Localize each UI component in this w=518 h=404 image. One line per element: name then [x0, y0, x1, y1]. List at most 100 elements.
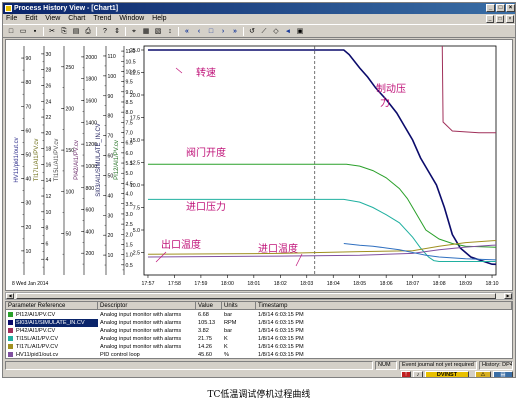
- status-num: NUM: [375, 361, 397, 370]
- status-main-pane: [5, 361, 373, 370]
- x-axis-tick-label: 17:59: [194, 281, 207, 287]
- descriptor-cell: Analog input monitor with alarms: [100, 312, 182, 318]
- scroll-right-arrow-icon[interactable]: ▶: [504, 293, 512, 299]
- axis-tick-label: 8.5: [126, 100, 133, 106]
- table-row[interactable]: PI12/AI1/PV.CV Analog input monitor with …: [6, 311, 512, 319]
- main-axis-tick-label: 25.0: [130, 48, 140, 54]
- header-value[interactable]: Value: [196, 302, 222, 310]
- series-color-swatch: [8, 352, 13, 357]
- header-parameter-reference[interactable]: Parameter Reference: [6, 302, 98, 310]
- cut-icon[interactable]: ✂: [47, 27, 57, 36]
- axis-tick-label: 6.0: [126, 151, 133, 157]
- figure-caption: TC低温调试停机过程曲线: [207, 390, 311, 400]
- table-row[interactable]: HV11/pid1/out.cv PID control loop 45.60% 1/…: [6, 351, 512, 359]
- main-axis-tick-label: 17.5: [130, 116, 140, 122]
- table-icon[interactable]: ▧: [153, 27, 163, 36]
- new-icon[interactable]: □: [6, 27, 16, 36]
- axis-tick-label: 10: [108, 253, 114, 259]
- scroll-forward-icon[interactable]: ›: [218, 27, 228, 36]
- parameter-reference-cell: PI12/AI1/PV.CV: [16, 312, 56, 318]
- header-descriptor[interactable]: Descriptor: [98, 302, 196, 310]
- main-axis-tick-label: 5.0: [133, 228, 140, 234]
- zoom-out-icon[interactable]: ◂: [283, 27, 293, 36]
- timestamp-cell: 1/8/14 6:03:15 PM: [258, 344, 304, 350]
- marker-icon[interactable]: ◇: [271, 27, 281, 36]
- table-row[interactable]: PI42/AI1/PV.CV Analog input monitor with …: [6, 327, 512, 335]
- paste-icon[interactable]: ▤: [71, 27, 81, 36]
- menu-file[interactable]: File: [3, 14, 20, 24]
- value-cell: 6.68: [198, 312, 209, 318]
- table-row[interactable]: TI17L/AI1/PV.CV Analog input monitor with…: [6, 343, 512, 351]
- open-icon[interactable]: ▭: [18, 27, 28, 36]
- axis-tick-label: 4: [46, 257, 49, 263]
- maximize-button[interactable]: □: [496, 4, 505, 12]
- network-icon[interactable]: ▤: [493, 371, 513, 377]
- menu-chart[interactable]: Chart: [65, 14, 88, 24]
- page-forward-icon[interactable]: »: [230, 27, 240, 36]
- scroll-thumb[interactable]: [16, 293, 496, 299]
- grid-icon[interactable]: ▦: [141, 27, 151, 36]
- horizontal-scrollbar[interactable]: ◀ ▶: [5, 292, 513, 300]
- menu-window[interactable]: Window: [116, 14, 147, 24]
- x-axis-tick-label: 18:09: [459, 281, 472, 287]
- horn-icon[interactable]: ♪: [413, 371, 423, 377]
- units-cell: %: [224, 352, 229, 358]
- trend-chart[interactable]: 10 20 30 40 50 60 70 80 90 HV11/pid1/out.cv 4 6 8 10 1…: [5, 39, 513, 291]
- timestamp-cell: 1/8/14 6:03:15 PM: [258, 320, 304, 326]
- refresh-icon[interactable]: ↺: [247, 27, 257, 36]
- menu-trend[interactable]: Trend: [90, 14, 114, 24]
- axis-tick-label: 10: [26, 249, 32, 255]
- x-axis-tick-label: 18:06: [380, 281, 393, 287]
- scale-icon[interactable]: ↕: [165, 27, 175, 36]
- chart-annotation: 进口压力: [186, 200, 226, 213]
- menu-help[interactable]: Help: [149, 14, 169, 24]
- cursor-icon[interactable]: ⌖: [129, 27, 139, 36]
- header-timestamp[interactable]: Timestamp: [256, 302, 512, 310]
- menu-edit[interactable]: Edit: [22, 14, 40, 24]
- child-restore-button[interactable]: □: [496, 15, 504, 23]
- axis-tick-label: 10: [46, 210, 52, 216]
- trend-icon[interactable]: ⟋: [259, 27, 269, 36]
- scroll-left-arrow-icon[interactable]: ◀: [6, 293, 14, 299]
- menu-view[interactable]: View: [42, 14, 63, 24]
- axis-tick-label: 10.5: [126, 59, 136, 65]
- toolbar-separator: [96, 27, 97, 36]
- minimize-button[interactable]: _: [486, 4, 495, 12]
- main-axis-tick-label: 12.5: [130, 161, 140, 167]
- parameter-reference-cell: TI17L/AI1/PV.CV: [16, 344, 59, 350]
- chart-annotation: 进口温度: [258, 242, 298, 255]
- series-color-swatch: [8, 312, 13, 317]
- axis-tick-label: 70: [108, 134, 114, 140]
- header-units[interactable]: Units: [222, 302, 256, 310]
- user-button[interactable]: DVINST: [425, 371, 469, 377]
- table-row[interactable]: TI15L/AI1/PV.CV Analog input monitor with…: [6, 335, 512, 343]
- zoom-box-icon[interactable]: ▣: [295, 27, 305, 36]
- scroll-back-icon[interactable]: ‹: [194, 27, 204, 36]
- x-axis-tick-label: 18:01: [247, 281, 260, 287]
- window-title: Process History View - [Chart1]: [14, 5, 119, 12]
- child-minimize-button[interactable]: _: [486, 15, 494, 23]
- copy-icon[interactable]: ⎘: [59, 27, 69, 36]
- close-button[interactable]: ×: [506, 4, 515, 12]
- help-icon[interactable]: ?: [100, 27, 110, 36]
- table-row[interactable]: SI03/AI1/SIMULATE_IN.CV Analog input moni…: [6, 319, 512, 327]
- page-back-icon[interactable]: «: [182, 27, 192, 36]
- axis-tick-label: 150: [66, 148, 75, 154]
- stop-icon[interactable]: □: [206, 27, 216, 36]
- descriptor-cell: Analog input monitor with alarms: [100, 320, 182, 326]
- print-icon[interactable]: ⎙: [83, 27, 93, 36]
- timestamp-cell: 1/8/14 6:03:15 PM: [258, 352, 304, 358]
- red-alarm-icon[interactable]: !: [401, 371, 411, 377]
- axis-tick-label: 22: [46, 115, 52, 121]
- units-cell: bar: [224, 328, 233, 334]
- axis-tick-label: 30: [26, 201, 32, 207]
- stack-icon[interactable]: ⇕: [112, 27, 122, 36]
- axis-tick-label: 1.0: [126, 253, 133, 259]
- save-icon[interactable]: ▪: [30, 27, 40, 36]
- parameter-reference-cell: TI15L/AI1/PV.CV: [16, 336, 59, 342]
- units-cell: K: [224, 344, 228, 350]
- toolbar-separator: [243, 27, 244, 36]
- child-close-button[interactable]: ×: [506, 15, 514, 23]
- yellow-alarm-icon[interactable]: ⚠: [475, 371, 491, 377]
- main-axis-tick-label: 7.5: [133, 206, 140, 212]
